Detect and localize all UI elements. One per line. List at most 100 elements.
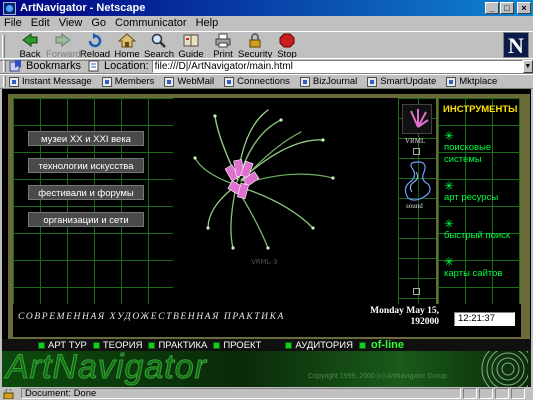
maximize-button[interactable]: □ [500, 2, 514, 14]
sound-wave-thumbnail[interactable] [400, 158, 434, 202]
reload-button[interactable]: Reload [78, 33, 112, 61]
nav-bullet-icon [358, 341, 366, 349]
nav-theory[interactable]: ТЕОРИЯ [92, 340, 142, 351]
vrml-scene-pane[interactable]: VRML-3 [173, 98, 398, 304]
date-display: Monday May 15, 192000 [370, 306, 439, 327]
personal-toolbar-grip[interactable] [3, 76, 6, 87]
brand-banner: ArtNavigator Copyright 1999, 2000 (c) Ar… [2, 351, 531, 387]
nav-bullet-icon [148, 341, 156, 349]
nav-audience[interactable]: АУДИТОРИЯ [285, 340, 353, 351]
slogan: СОВРЕМЕННАЯ ХУДОЖЕСТВЕННАЯ ПРАКТИКА [18, 312, 285, 322]
home-icon [117, 33, 137, 48]
nav-bullet-icon [213, 341, 221, 349]
tool-site-maps[interactable]: ✳ карты сайтов [444, 256, 502, 280]
menu-help[interactable]: Help [196, 17, 219, 29]
location-dropdown-button[interactable]: ▼ [522, 59, 533, 73]
print-button[interactable]: Print [206, 33, 240, 61]
pb-members[interactable]: Members [101, 76, 154, 87]
print-icon [214, 33, 232, 48]
pb-instant-message[interactable]: Instant Message [9, 76, 92, 87]
vrml-checkbox[interactable] [413, 148, 420, 155]
search-icon [150, 33, 168, 48]
nav-practice[interactable]: ПРАКТИКА [148, 340, 207, 351]
section-nav: АРТ ТУР ТЕОРИЯ ПРАКТИКА ПРОЕКТ АУДИТОРИЯ… [2, 339, 531, 351]
tools-pane: ИНСТРУМЕНТЫ ✳ поисковые системы ✳ арт ре… [438, 98, 520, 304]
toolbar-grip[interactable] [2, 35, 5, 59]
location-url-input[interactable]: file:///D|/ArtNavigator/main.html [151, 59, 523, 73]
stop-icon [278, 33, 296, 48]
green-star-icon: ✳ [444, 179, 455, 193]
vrml-thumbnail[interactable] [402, 104, 432, 134]
sound-thumb-label: sound [406, 202, 423, 210]
menu-festivals-button[interactable]: фестивали и форумы [28, 185, 144, 200]
nav-offline[interactable]: of-line [358, 339, 404, 351]
guide-icon [182, 33, 200, 48]
stop-button[interactable]: Stop [270, 33, 304, 61]
menu-go[interactable]: Go [91, 17, 106, 29]
status-panel-2 [479, 388, 493, 399]
page-viewport: музеи XX и XXI века технологии искусства… [2, 89, 531, 387]
minimize-button[interactable]: _ [485, 2, 499, 14]
window-controls: _ □ × [485, 2, 531, 14]
pb-webmail[interactable]: WebMail [164, 76, 214, 87]
media-thumbs-column: VRML sound [398, 98, 436, 304]
location-toolbar-grip[interactable] [3, 60, 6, 72]
page-proxy-icon[interactable] [87, 60, 101, 72]
tool-quick-search[interactable]: ✳ быстрый поиск [444, 218, 510, 242]
reload-icon [86, 33, 104, 48]
forward-button[interactable]: Forward [46, 33, 81, 61]
netscape-logo-icon[interactable]: N [503, 32, 529, 58]
pb-mktplace[interactable]: Mktplace [446, 76, 497, 87]
bookmarks-button[interactable]: Bookmarks [26, 60, 81, 72]
green-star-icon: ✳ [444, 217, 455, 231]
bookmark-link-icon [446, 76, 457, 87]
navigation-toolbar: Back Forward Reload Home Search Guide Pr… [0, 31, 533, 61]
bookmark-link-icon [164, 76, 175, 87]
status-bar: Document: Done [0, 387, 533, 400]
nav-project[interactable]: ПРОЕКТ [213, 340, 261, 351]
status-text: Document: Done [21, 388, 461, 399]
menu-organizations-button[interactable]: организации и сети [28, 212, 144, 227]
menu-bar: File Edit View Go Communicator Help [0, 16, 533, 30]
bookmark-link-icon [101, 76, 112, 87]
copyright-text: Copyright 1999, 2000 (c) ArtNavigator Gr… [308, 373, 447, 380]
menu-view[interactable]: View [59, 17, 83, 29]
tool-art-resources[interactable]: ✳ арт ресурсы [444, 180, 498, 204]
status-panel-3 [495, 388, 509, 399]
vrml-thumb-label: VRML [405, 137, 426, 145]
menu-art-tech-button[interactable]: технологии искусства [28, 158, 144, 173]
status-panel-4 [511, 388, 525, 399]
title-bar: ArtNavigator - Netscape _ □ × [0, 0, 533, 16]
instant-message-icon [9, 76, 19, 87]
pb-connections[interactable]: Connections [224, 76, 290, 87]
bookmarks-icon [9, 60, 23, 72]
home-button[interactable]: Home [110, 33, 144, 61]
guide-button[interactable]: Guide [174, 33, 208, 61]
menu-edit[interactable]: Edit [31, 17, 50, 29]
nav-bullet-icon [38, 341, 45, 349]
back-arrow-icon [21, 33, 39, 48]
menu-communicator[interactable]: Communicator [115, 17, 187, 29]
pb-smartupdate[interactable]: SmartUpdate [367, 76, 436, 87]
back-button[interactable]: Back [13, 33, 47, 61]
search-button[interactable]: Search [142, 33, 176, 61]
menu-museums-button[interactable]: музеи XX и XXI века [28, 131, 144, 146]
green-star-icon: ✳ [444, 129, 455, 143]
nav-bullet-icon [92, 341, 100, 349]
close-button[interactable]: × [517, 2, 531, 14]
security-status-icon[interactable] [3, 387, 17, 399]
clock-display: 12:21:37 [454, 312, 515, 326]
sound-checkbox[interactable] [413, 288, 420, 295]
tools-title: ИНСТРУМЕНТЫ [443, 104, 518, 115]
location-toolbar: Bookmarks Location: file:///D|/ArtNaviga… [0, 58, 533, 74]
page-footer-bar: СОВРЕМЕННАЯ ХУДОЖЕСТВЕННАЯ ПРАКТИКА Mond… [13, 304, 521, 337]
location-label: Location: [103, 60, 149, 72]
netscape-app-icon[interactable] [3, 1, 16, 15]
window-title: ArtNavigator - Netscape [20, 2, 146, 14]
concentric-rings-graphic [481, 351, 528, 387]
pb-bizjournal[interactable]: BizJournal [299, 76, 357, 87]
tool-search-engines[interactable]: ✳ поисковые системы [444, 130, 520, 166]
security-button[interactable]: Security [238, 33, 272, 61]
nav-art-tour[interactable]: АРТ ТУР [38, 340, 87, 351]
menu-file[interactable]: File [4, 17, 22, 29]
